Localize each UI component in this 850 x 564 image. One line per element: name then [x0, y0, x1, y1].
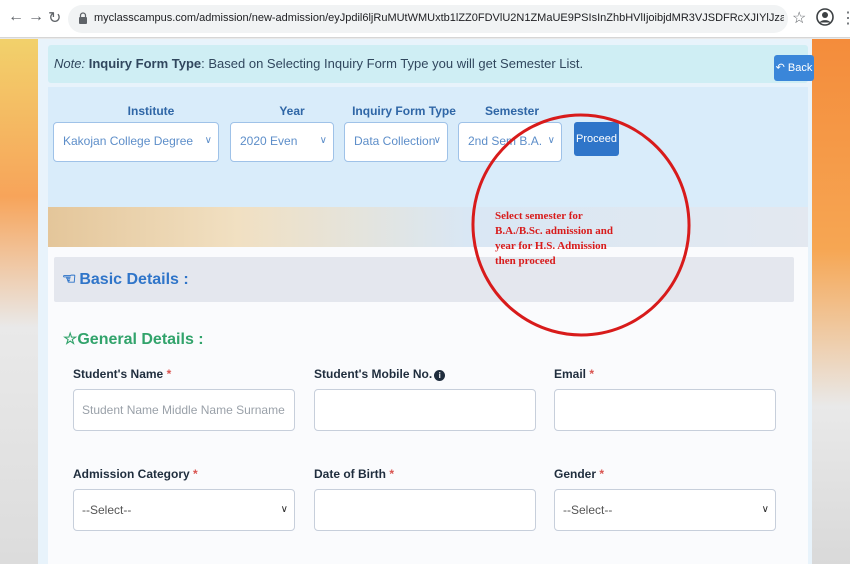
- form-type-select[interactable]: Data Collection ∨: [344, 122, 448, 162]
- back-button-label: Back: [787, 62, 813, 74]
- dob-label: Date of Birth *: [314, 467, 394, 481]
- year-label: Year: [279, 104, 305, 118]
- bookmark-star-icon[interactable]: ☆: [792, 8, 806, 28]
- dob-label-text: Date of Birth: [314, 467, 386, 481]
- mobile-input[interactable]: [314, 389, 536, 431]
- browser-toolbar: ← → ↻ myclasscampus.com/admission/new-ad…: [0, 0, 850, 38]
- note-bar: Note: Inquiry Form Type: Based on Select…: [48, 45, 814, 83]
- student-name-placeholder: Student Name Middle Name Surname: [82, 403, 285, 417]
- lock-icon: [79, 12, 87, 24]
- required-asterisk: *: [589, 367, 595, 381]
- required-asterisk: *: [389, 467, 395, 481]
- note-prefix: Note:: [54, 56, 86, 71]
- admission-category-value: --Select--: [82, 503, 132, 517]
- back-button[interactable]: ↶ Back: [774, 55, 814, 81]
- annotation-line: year for H.S. Admission: [495, 240, 607, 252]
- note-bold: Inquiry Form Type: [88, 56, 202, 71]
- admission-category-label: Admission Category *: [73, 467, 198, 481]
- student-name-label-text: Student's Name: [73, 367, 164, 381]
- thumbs-up-icon: ☜: [62, 271, 77, 288]
- chevron-down-icon: ∨: [280, 504, 288, 515]
- year-select[interactable]: 2020 Even ∨: [230, 122, 334, 162]
- general-details-title: General Details :: [77, 331, 204, 348]
- institute-select[interactable]: Kakojan College Degree ∨: [53, 122, 219, 162]
- forward-nav-icon[interactable]: →: [28, 8, 44, 26]
- chevron-down-icon: ∨: [319, 135, 327, 146]
- info-icon: i: [434, 370, 446, 381]
- chevron-down-icon: ∨: [204, 135, 212, 146]
- admission-page: Note: Inquiry Form Type: Based on Select…: [38, 39, 814, 564]
- annotation-line: B.A./B.Sc. admission and: [495, 225, 613, 237]
- institute-value: Kakojan College Degree: [63, 134, 194, 148]
- general-details-title-wrap: ☆General Details :: [63, 329, 204, 349]
- student-name-label: Student's Name *: [73, 367, 171, 381]
- institute-label: Institute: [127, 104, 175, 118]
- chevron-down-icon: ∨: [433, 135, 441, 146]
- decorative-banner: [48, 207, 808, 247]
- basic-details-title: Basic Details :: [79, 271, 189, 288]
- chevron-down-icon: ∨: [761, 504, 769, 515]
- background-decoration-left: [0, 39, 38, 564]
- back-nav-icon[interactable]: ←: [8, 8, 24, 26]
- gender-value: --Select--: [563, 503, 613, 517]
- required-asterisk: *: [193, 467, 198, 481]
- back-arrow-icon: ↶: [775, 62, 785, 74]
- reload-icon[interactable]: ↻: [48, 8, 61, 28]
- gender-select[interactable]: --Select-- ∨: [554, 489, 776, 531]
- required-asterisk: *: [166, 367, 172, 381]
- menu-kebab-icon[interactable]: ⋮: [840, 8, 850, 28]
- form-type-value: Data Collection: [354, 134, 436, 148]
- url-text: myclasscampus.com/admission/new-admissio…: [94, 12, 784, 24]
- annotation-line: then proceed: [495, 255, 556, 267]
- admission-category-label-text: Admission Category: [73, 467, 190, 481]
- mobile-label-text: Student's Mobile No.: [314, 367, 433, 381]
- address-bar[interactable]: myclasscampus.com/admission/new-admissio…: [68, 5, 788, 33]
- note-text: Note: Inquiry Form Type: Based on Select…: [54, 56, 583, 71]
- student-name-input[interactable]: Student Name Middle Name Surname: [73, 389, 295, 431]
- mobile-label: Student's Mobile No. i: [314, 367, 446, 381]
- year-value: 2020 Even: [240, 134, 298, 148]
- email-label-text: Email: [554, 367, 587, 381]
- gender-label-text: Gender: [554, 467, 597, 481]
- email-input[interactable]: [554, 389, 776, 431]
- annotation-text: Select semester for B.A./B.Sc. admission…: [495, 209, 615, 269]
- background-decoration-right: [812, 39, 850, 564]
- star-outline-icon: ☆: [63, 331, 78, 348]
- basic-details-title-wrap: ☜ Basic Details :: [62, 269, 189, 289]
- profile-icon[interactable]: [816, 8, 834, 26]
- gender-label: Gender *: [554, 467, 604, 481]
- inquiry-panel: Institute Year Inquiry Form Type Semeste…: [48, 87, 808, 207]
- required-asterisk: *: [599, 467, 605, 481]
- annotation-line: Select semester for: [495, 210, 583, 222]
- note-body: : Based on Selecting Inquiry Form Type y…: [201, 56, 584, 71]
- email-label: Email *: [554, 367, 594, 381]
- form-type-label: Inquiry Form Type: [352, 104, 456, 118]
- dob-input[interactable]: [314, 489, 536, 531]
- basic-details-card: ☜ Basic Details : ☆General Details : Stud…: [48, 247, 808, 564]
- admission-category-select[interactable]: --Select-- ∨: [73, 489, 295, 531]
